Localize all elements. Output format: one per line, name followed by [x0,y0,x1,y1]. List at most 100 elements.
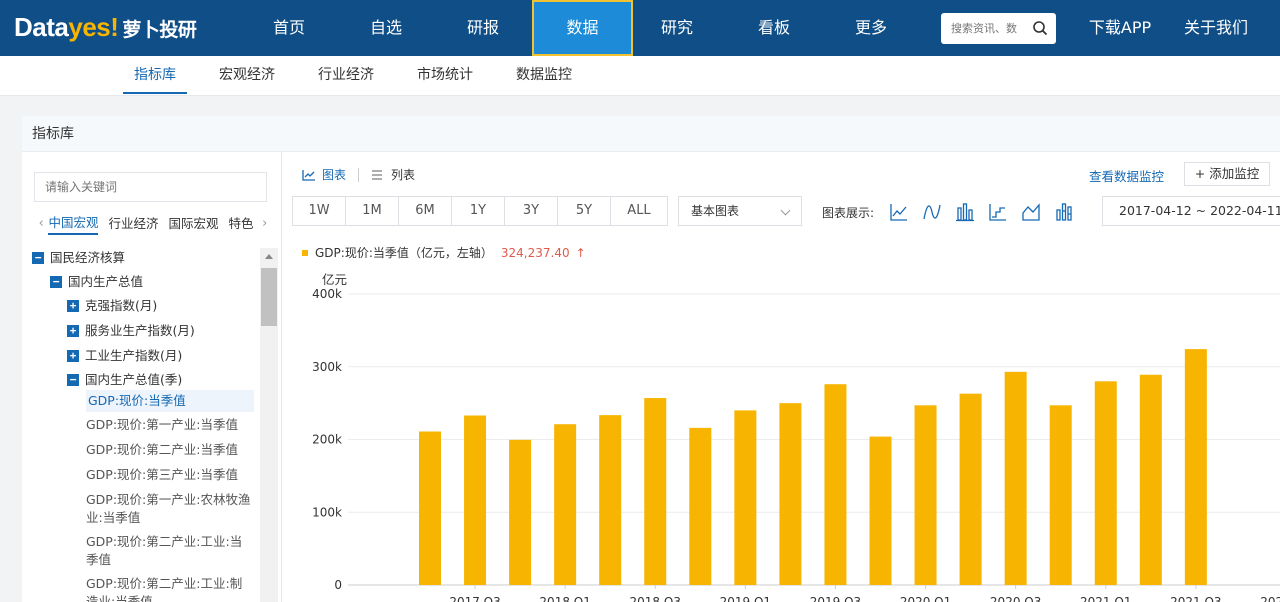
range-3y[interactable]: 3Y [505,197,558,225]
collapse-icon[interactable]: − [50,276,62,288]
expand-icon[interactable]: + [67,300,79,312]
collapse-icon[interactable]: − [32,252,44,264]
range-1m[interactable]: 1M [346,197,399,225]
subnav-data-monitor[interactable]: 数据监控 [507,56,581,94]
chevron-right-icon[interactable]: › [258,216,272,231]
tab-featured[interactable]: 特色 [229,213,254,234]
list-view-icon [372,169,383,180]
chart-view-icon [302,169,315,181]
curve-chart-icon[interactable] [921,201,943,223]
nav-home[interactable]: 首页 [241,0,337,56]
nav-watchlist[interactable]: 自选 [338,0,434,56]
datayes-logo[interactable]: Data yes! 萝卜投研 [14,12,197,44]
bar-2021-q3[interactable] [1184,349,1207,585]
area-chart-icon[interactable] [1020,201,1042,223]
indicator-tree: − 国民经济核算 − 国内生产总值 + 克强指数(月) + 服务业生产指数(月) + 工业… [22,246,258,602]
bar-2021-q1[interactable] [1094,381,1117,585]
legend-series-label: GDP:现价:当季值（亿元，左轴） [315,246,493,260]
scroll-up-icon[interactable] [265,254,273,259]
nav-research[interactable]: 研究 [629,0,725,56]
search-icon[interactable] [1032,20,1048,36]
search-input[interactable] [941,13,1029,44]
tab-list-view[interactable]: 列表 [371,166,415,183]
category-tabs: ‹ 中国宏观 行业经济 国际宏观 特色 › [34,210,272,236]
x-tick-label: 2018 Q1 [539,595,590,602]
expand-icon[interactable]: + [67,325,79,337]
expand-icon[interactable]: + [67,350,79,362]
logo-text-data: Data [14,12,69,42]
x-tick-label: 2017 Q3 [449,595,500,602]
tree-node-industrial-production-index[interactable]: + 工业生产指数(月) [67,346,182,366]
x-tick-label: 2022 Q1 [1260,595,1280,602]
subnav-market-stats[interactable]: 市场统计 [408,56,482,94]
logo-text-yes: yes! [68,12,119,42]
top-nav: Datayes!萝卜投研 首页 自选 研报 数据 研究 看板 更多 下载APP … [0,0,1280,56]
subnav-indicator-library[interactable]: 指标库 [123,56,187,94]
bar-2020-q1[interactable] [914,405,937,585]
tree-leaf-gdp-tertiary[interactable]: GDP:现价:第三产业:当季值 [86,466,254,484]
tree-leaf-gdp-primary[interactable]: GDP:现价:第一产业:当季值 [86,416,254,434]
time-range-selector: 1W 1M 6M 1Y 3Y 5Y ALL [292,196,668,226]
step-chart-icon[interactable] [987,201,1009,223]
bar-2019-q2[interactable] [779,403,802,585]
bar-2020-q2[interactable] [959,393,982,585]
tree-node-gdp[interactable]: − 国内生产总值 [50,272,143,292]
bar-2020-q3[interactable] [1004,371,1027,585]
bar-2018-q1[interactable] [554,424,577,585]
tree-node-gdp-quarterly[interactable]: − 国内生产总值(季) [67,370,182,390]
tab-industry-economy[interactable]: 行业经济 [108,213,158,234]
bar-2018-q2[interactable] [599,415,622,585]
bar-2017-q2[interactable] [419,431,441,585]
tree-leaf-gdp-agriculture[interactable]: GDP:现价:第一产业:农林牧渔业:当季值 [86,491,254,527]
bar-2019-q1[interactable] [734,410,757,585]
bar-2021-q2[interactable] [1139,374,1162,585]
scrollbar-thumb[interactable] [261,268,277,326]
tree-node-service-production-index[interactable]: + 服务业生产指数(月) [67,321,195,341]
range-5y[interactable]: 5Y [558,197,611,225]
x-tick-label: 2021 Q1 [1080,595,1131,602]
search-box [941,13,1056,44]
stacked-bar-chart-icon[interactable] [1053,201,1075,223]
tree-leaf-gdp-manufacturing[interactable]: GDP:现价:第二产业:工业:制造业:当季值 [86,575,254,602]
bar-2018-q4[interactable] [689,427,712,585]
subnav-macro-economy[interactable]: 宏观经济 [210,56,284,94]
bar-2019-q3[interactable] [824,384,847,585]
bar-2019-q4[interactable] [869,436,892,585]
tab-chart-view[interactable]: 图表 [302,166,346,183]
nav-about-us[interactable]: 关于我们 [1168,0,1264,56]
line-chart-icon[interactable] [888,201,910,223]
bar-2020-q4[interactable] [1049,405,1072,585]
collapse-icon[interactable]: − [67,374,79,386]
nav-more[interactable]: 更多 [823,0,919,56]
bar-chart-icon[interactable] [954,201,976,223]
tab-china-macro[interactable]: 中国宏观 [48,212,99,235]
add-monitor-button[interactable]: + 添加监控 [1184,162,1270,186]
range-1w[interactable]: 1W [293,197,346,225]
tree-leaf-gdp-industry[interactable]: GDP:现价:第二产业:工业:当季值 [86,533,254,569]
chevron-left-icon[interactable]: ‹ [34,216,48,231]
view-data-monitor-link[interactable]: 查看数据监控 [1089,166,1164,185]
range-1y[interactable]: 1Y [452,197,505,225]
tree-scrollbar[interactable] [260,248,278,602]
bar-2017-q3[interactable] [464,415,487,585]
date-range-picker[interactable]: 2017-04-12 ~ 2022-04-11 [1102,196,1280,226]
range-all[interactable]: ALL [611,197,667,225]
nav-data[interactable]: 数据 [532,0,633,56]
tree-leaf-gdp-secondary[interactable]: GDP:现价:第二产业:当季值 [86,441,254,459]
nav-dashboard[interactable]: 看板 [726,0,822,56]
chart-legend[interactable]: GDP:现价:当季值（亿元，左轴） 324,237.40 ↑ [302,244,586,261]
chevron-down-icon [780,205,791,216]
tab-international-macro[interactable]: 国际宏观 [169,213,219,234]
nav-research-reports[interactable]: 研报 [435,0,531,56]
subnav-industry-economy[interactable]: 行业经济 [309,56,383,94]
tree-node-keqiang-index[interactable]: + 克强指数(月) [67,296,157,316]
range-6m[interactable]: 6M [399,197,452,225]
nav-download-app[interactable]: 下载APP [1072,0,1168,56]
bar-2017-q4[interactable] [509,439,532,585]
tree-node-national-accounts[interactable]: − 国民经济核算 [32,248,125,268]
x-tick-label: 2019 Q1 [720,595,771,602]
tree-leaf-gdp-current[interactable]: GDP:现价:当季值 [86,390,254,412]
chart-style-select[interactable]: 基本图表 [678,196,802,226]
bar-2018-q3[interactable] [644,398,667,585]
keyword-search-input[interactable] [34,172,267,202]
